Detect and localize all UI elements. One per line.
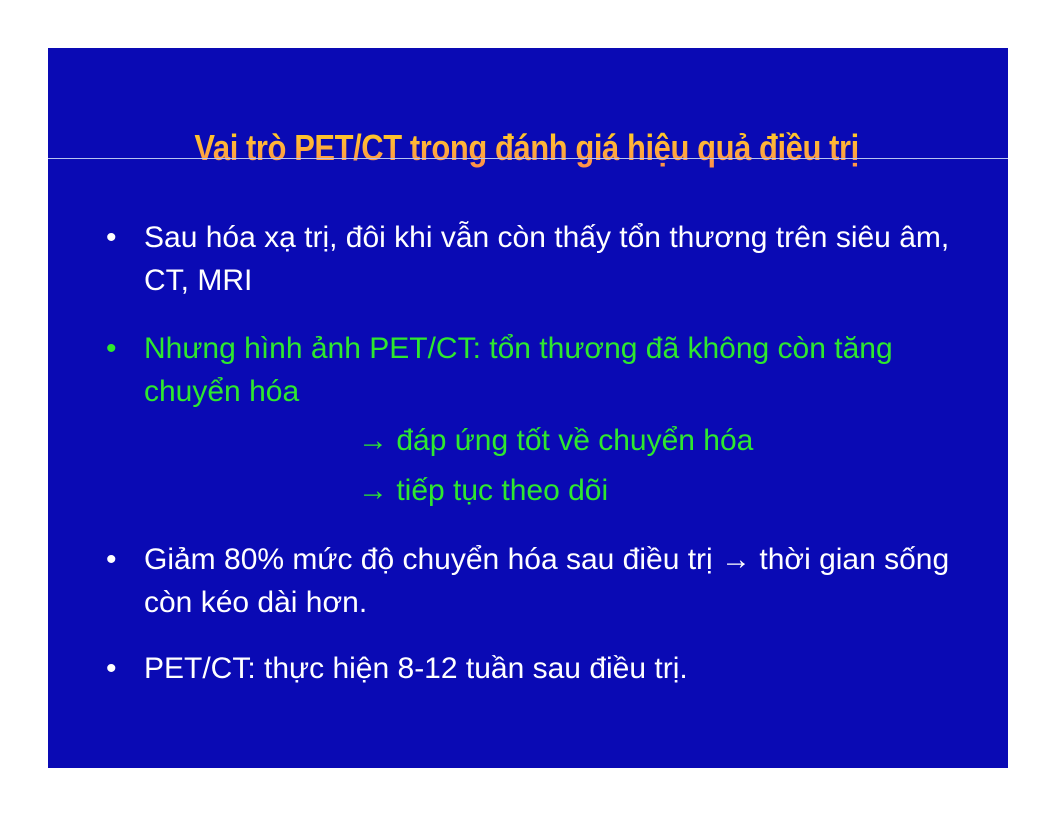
bullet-text: PET/CT: thực hiện 8-12 tuần sau điều trị… bbox=[144, 652, 688, 685]
sub-item-2: → tiếp tục theo dõi bbox=[358, 474, 609, 507]
slide: Vai trò PET/CT trong đánh giá hiệu quả đ… bbox=[48, 48, 1008, 768]
bullet-text: Giảm 80% mức độ chuyển hóa sau điều trị … bbox=[144, 543, 950, 619]
bullet-marker: • bbox=[106, 543, 117, 576]
bullet-marker: • bbox=[106, 652, 117, 685]
sub-item-1: → đáp ứng tốt về chuyển hóa bbox=[358, 424, 754, 457]
bullet-marker: • bbox=[106, 221, 117, 254]
page: Vai trò PET/CT trong đánh giá hiệu quả đ… bbox=[0, 0, 1056, 816]
bullet-text: Nhưng hình ảnh PET/CT: tổn thương đã khô… bbox=[144, 332, 893, 408]
bullet-marker: • bbox=[106, 332, 117, 365]
slide-title-text: Vai trò PET/CT trong đánh giá hiệu quả đ… bbox=[194, 127, 859, 168]
title-divider bbox=[48, 158, 1008, 159]
bullet-text: Sau hóa xạ trị, đôi khi vẫn còn thấy tổn… bbox=[144, 221, 950, 297]
slide-title: Vai trò PET/CT trong đánh giá hiệu quả đ… bbox=[114, 126, 940, 170]
